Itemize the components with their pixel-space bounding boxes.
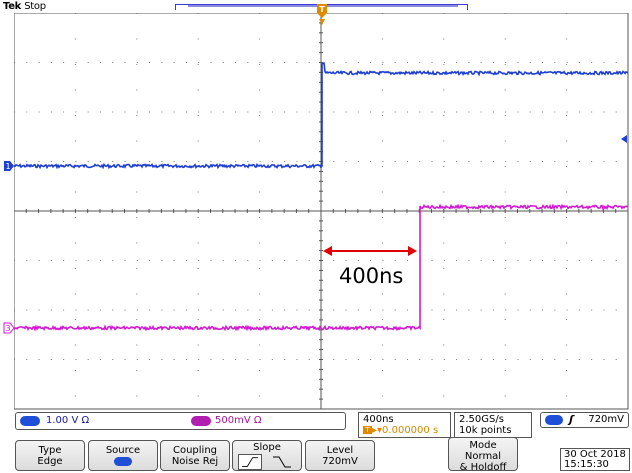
ch1-ground-marker[interactable]: 1 [3,160,15,172]
coupling-value: Noise Rej [171,456,219,467]
trigger-position-icon: T [363,426,372,434]
date-time-readout: 30 Oct 2018 15:15:30 [560,448,630,471]
level-title: Level [326,445,354,456]
trigger-source-badge [545,415,563,425]
trigger-slope-icon: ʃ [569,413,574,426]
type-value: Edge [37,456,63,467]
type-title: Type [38,445,62,456]
acquisition-state: Stop [24,1,46,12]
waveform-display [14,13,629,410]
acquisition-readout[interactable]: 2.50GS/s 10k points [454,412,532,438]
channel-readout-bar: 1.00 V Ω 500mV Ω [15,412,346,430]
ch1-scale-value: 1.00 V [46,415,79,426]
slope-softkey[interactable]: Slope [232,440,302,471]
record-length-value: 10k points [459,425,512,436]
coupling-softkey[interactable]: Coupling Noise Rej [160,440,230,471]
brand-label: Tek [3,1,22,12]
svg-text:3: 3 [5,324,10,333]
trigger-position-marker[interactable]: T [316,3,328,27]
ch3-scale-value: 500mV [215,415,251,426]
trigger-level-marker[interactable] [620,134,628,144]
type-softkey[interactable]: Type Edge [15,440,85,471]
horizontal-readout[interactable]: 400ns T ▸▾0.000000 s [358,412,451,438]
ch1-scale-readout[interactable]: 1.00 V Ω [46,415,89,426]
coupling-title: Coupling [172,445,218,456]
mode-softkey[interactable]: Mode Normal & Holdoff [448,437,518,473]
trigger-level-value: 720mV [588,414,624,425]
ch3-ground-marker[interactable]: 3 [3,322,15,334]
ch3-scale-readout[interactable]: 500mV Ω [215,415,262,426]
mode-value-line2: & Holdoff [459,462,507,473]
source-softkey[interactable]: Source [88,440,158,471]
rising-slope-icon[interactable] [238,454,262,470]
ch3-termination-symbol: Ω [253,415,262,426]
timebase-value: 400ns [363,414,394,425]
svg-text:1: 1 [5,162,10,171]
source-title: Source [105,445,141,456]
level-value: 720mV [322,456,358,467]
trigger-readout[interactable]: ʃ 720mV [540,412,629,428]
level-softkey[interactable]: Level 720mV [305,440,375,471]
mode-value-line1: Normal [464,451,502,462]
trigger-position-value: 0.000000 s [382,425,439,436]
sample-rate-value: 2.50GS/s [459,414,504,425]
svg-text:T: T [319,5,325,14]
time-delta-label: 400ns [339,264,404,288]
ch3-badge[interactable] [191,416,211,426]
falling-slope-icon[interactable] [270,454,294,470]
mode-title: Mode [469,440,497,451]
source-channel-chip [114,457,132,466]
slope-title: Slope [253,442,281,453]
ch1-badge[interactable] [20,416,40,426]
brand-status: Tek Stop [3,1,46,12]
trigger-position-readout: T ▸▾0.000000 s [363,425,438,436]
time-value: 15:15:30 [564,459,609,470]
ch1-termination-symbol: Ω [81,415,90,426]
